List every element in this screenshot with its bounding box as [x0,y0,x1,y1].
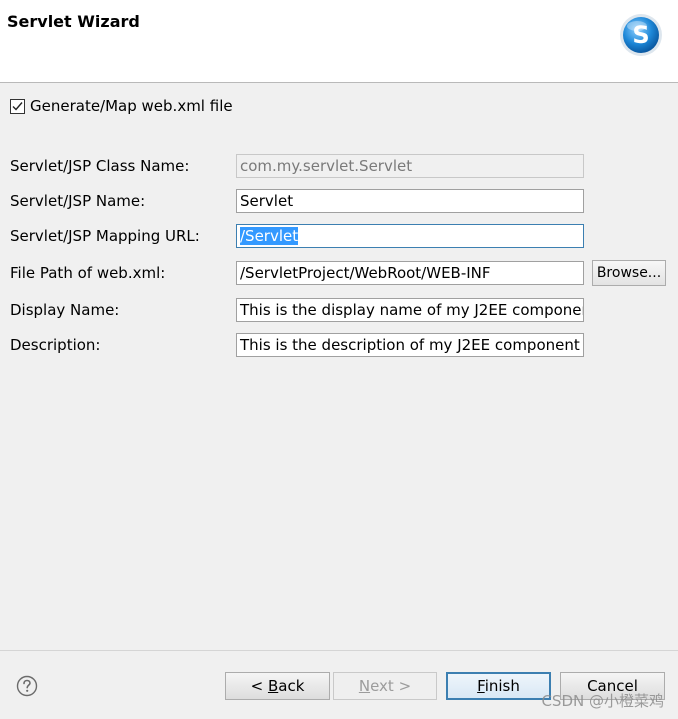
back-prefix: < [250,677,268,695]
wizard-header: Servlet Wizard S [0,0,678,83]
next-rest: ext > [370,677,412,695]
back-button[interactable]: < Back [225,672,330,700]
browse-button[interactable]: Browse... [592,260,666,286]
logo-letter: S [632,21,649,49]
finish-button[interactable]: Finish [446,672,551,700]
description-field[interactable]: This is the description of my J2EE compo… [236,333,584,357]
mapping-url-label: Servlet/JSP Mapping URL: [10,227,200,245]
generate-map-option[interactable]: Generate/Map web.xml file [10,96,233,116]
display-name-label: Display Name: [10,301,120,319]
checkmark-icon [12,101,23,111]
servlet-name-field[interactable]: Servlet [236,189,584,213]
next-button: Next > [333,672,437,700]
finish-mnemonic: F [477,677,485,695]
class-name-field: com.my.servlet.Servlet [236,154,584,178]
watermark: CSDN @小橙菜鸡 [541,692,664,710]
back-mnemonic: B [267,677,279,695]
mapping-url-selected-text: /Servlet [240,227,299,245]
generate-map-label: Generate/Map web.xml file [30,97,233,115]
footer-separator [0,650,678,651]
file-path-label: File Path of web.xml: [10,264,166,282]
mapping-url-field[interactable]: /Servlet [236,224,584,248]
help-icon[interactable] [16,675,38,697]
next-mnemonic: N [358,677,371,695]
generate-map-checkbox[interactable] [10,98,25,114]
servlet-name-label: Servlet/JSP Name: [10,192,146,210]
myeclipse-logo-icon: S [620,14,662,56]
display-name-field[interactable]: This is the display name of my J2EE comp… [236,298,584,322]
description-label: Description: [10,336,101,354]
finish-rest: inish [484,677,520,695]
wizard-title: Servlet Wizard [7,12,140,31]
file-path-field[interactable]: /ServletProject/WebRoot/WEB-INF [236,261,584,285]
back-rest: ack [278,677,305,695]
class-name-label: Servlet/JSP Class Name: [10,157,190,175]
